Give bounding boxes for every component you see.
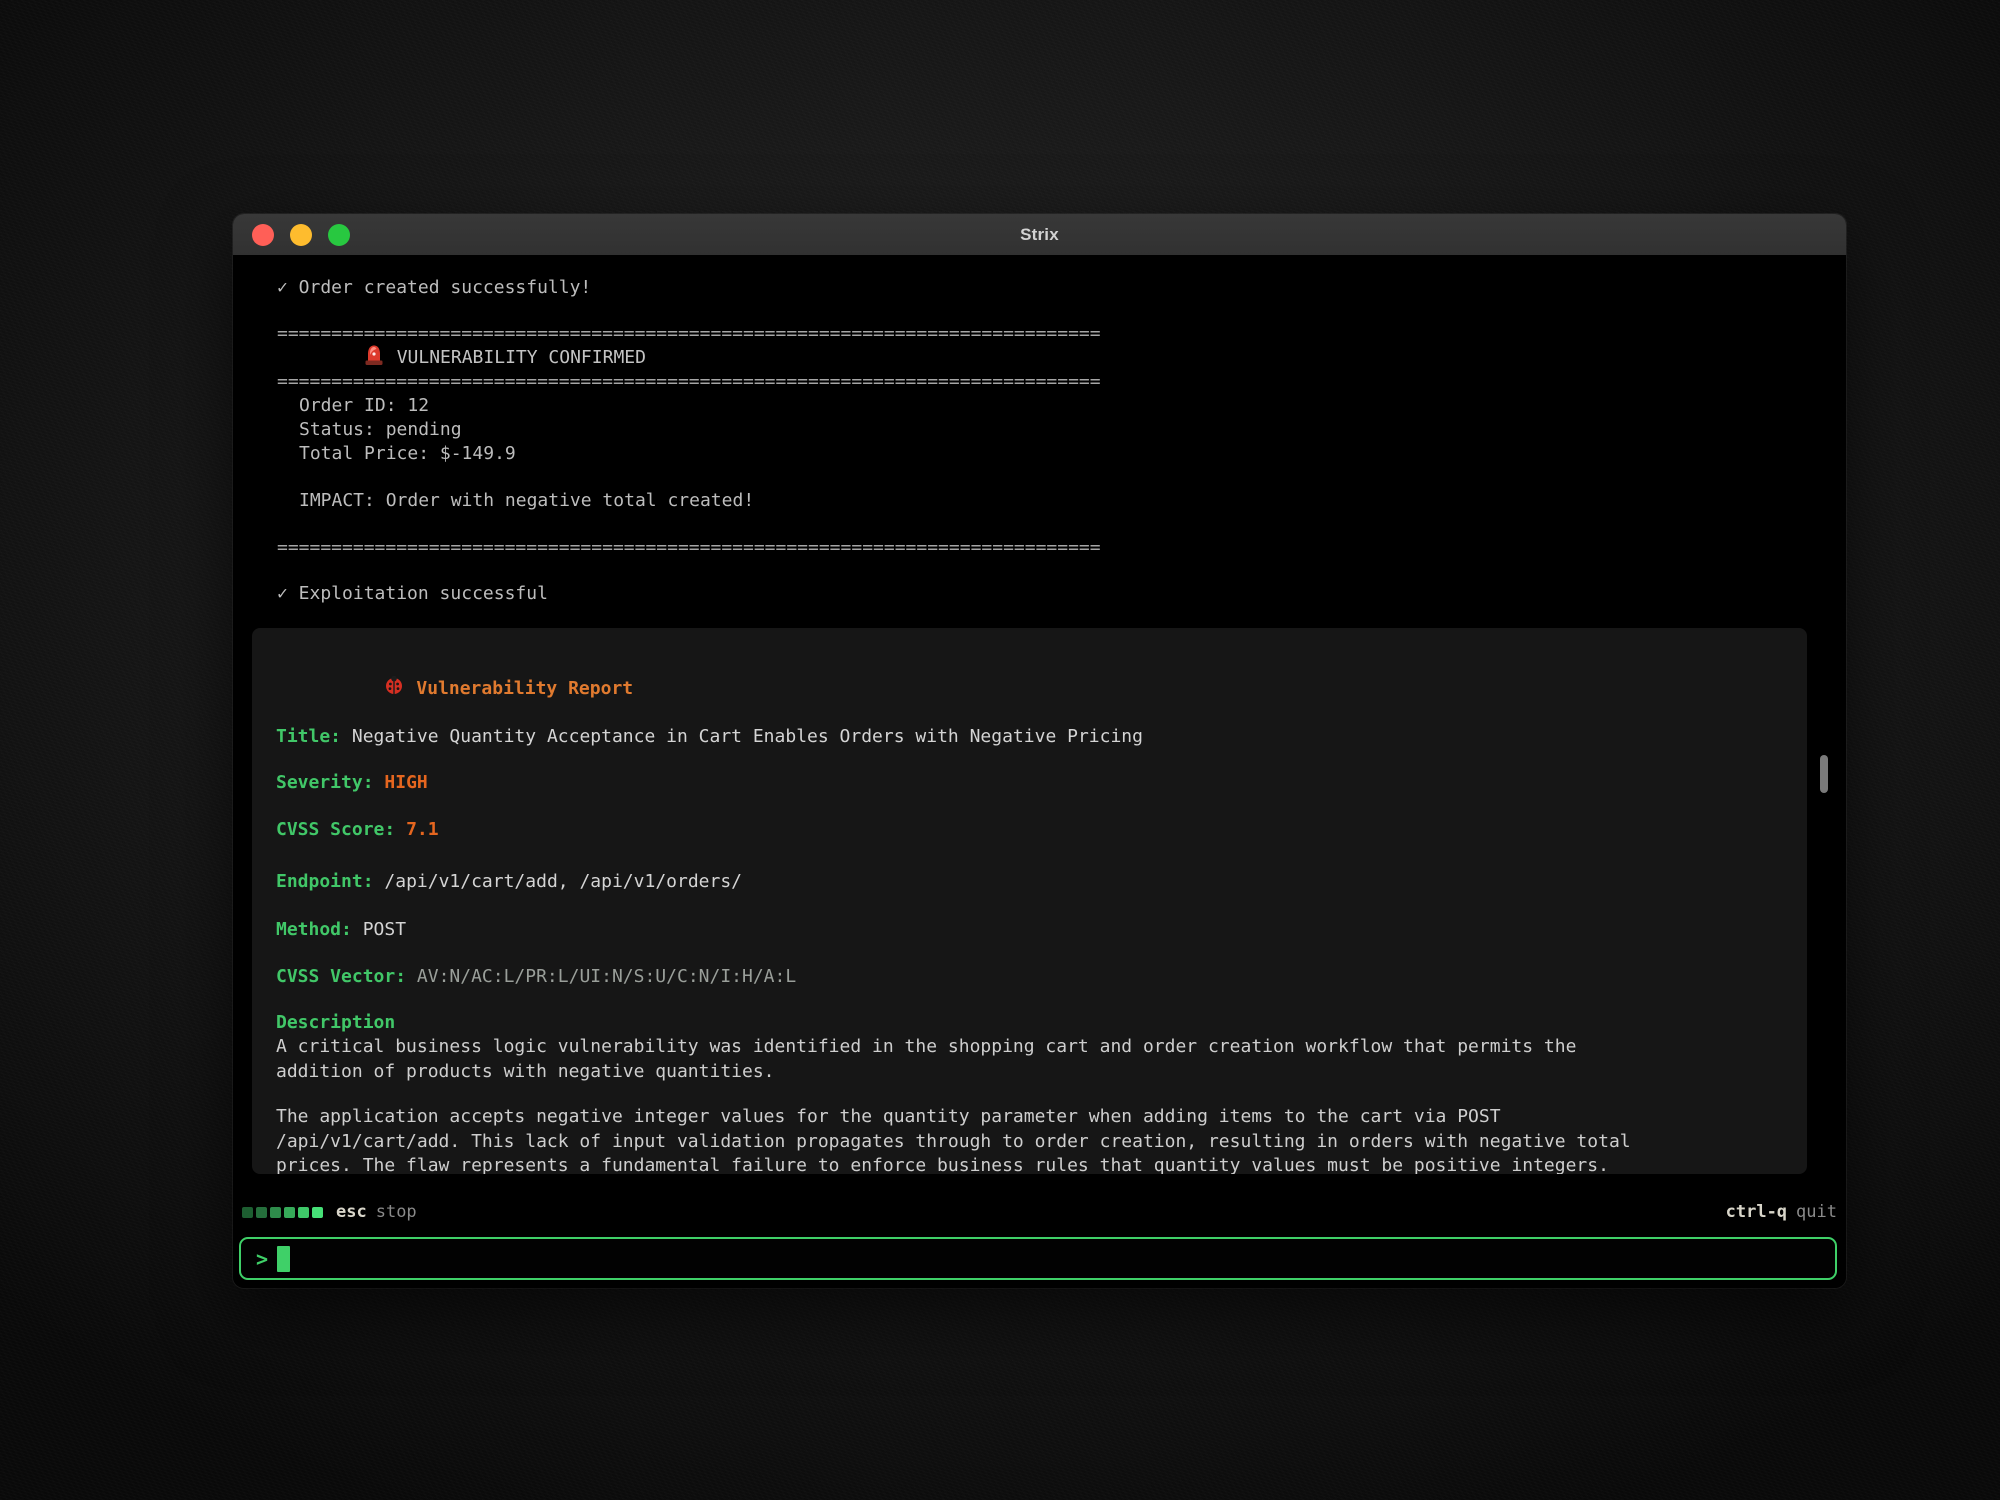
traffic-lights — [252, 214, 350, 255]
report-header: Vulnerability Report — [276, 676, 1783, 701]
terminal-window: Strix ✓ Order created successfully! ====… — [233, 214, 1846, 1288]
report-description-heading: Description — [276, 1010, 1783, 1035]
separator-line: ========================================… — [277, 370, 1846, 394]
quit-action-label: quit — [1796, 1202, 1837, 1222]
report-field-severity: Severity: HIGH — [276, 770, 1783, 795]
separator-line: ========================================… — [277, 536, 1846, 560]
close-button[interactable] — [252, 224, 274, 246]
report-description-paragraph: The application accepts negative integer… — [276, 1105, 1783, 1174]
report-field-endpoint: Endpoint: /api/v1/cart/add, /api/v1/orde… — [276, 869, 1783, 894]
window-titlebar[interactable]: Strix — [233, 214, 1846, 255]
separator-line: ========================================… — [277, 322, 1846, 346]
esc-key-hint: esc — [336, 1202, 367, 1222]
description-line: prices. The flaw represents a fundamenta… — [276, 1154, 1783, 1174]
log-order-success: ✓ Order created successfully! — [277, 276, 1846, 300]
log-impact: IMPACT: Order with negative total create… — [277, 489, 1846, 513]
vulnerability-report-panel: Vulnerability Report Title: Negative Qua… — [252, 628, 1807, 1174]
terminal-output: ✓ Order created successfully! ==========… — [233, 255, 1846, 1288]
command-input[interactable]: > — [239, 1237, 1837, 1280]
bug-icon — [276, 650, 404, 727]
report-field-method: Method: POST — [276, 917, 1783, 942]
vulnerability-confirmed-banner: VULNERABILITY CONFIRMED — [277, 346, 1846, 370]
description-line: A critical business logic vulnerability … — [276, 1035, 1783, 1060]
zoom-button[interactable] — [328, 224, 350, 246]
activity-dot — [312, 1207, 323, 1218]
activity-dot — [298, 1207, 309, 1218]
description-line: /api/v1/cart/add. This lack of input val… — [276, 1130, 1783, 1155]
log-status: Status: pending — [277, 418, 1846, 442]
window-title: Strix — [1020, 225, 1059, 245]
quit-key-hint: ctrl-q — [1726, 1202, 1787, 1222]
scrollbar-thumb[interactable] — [1820, 755, 1828, 793]
report-field-cvss-score: CVSS Score: 7.1 — [276, 817, 1783, 842]
banner-title: VULNERABILITY CONFIRMED — [397, 346, 646, 370]
activity-dot — [284, 1207, 295, 1218]
report-field-title: Title: Negative Quantity Acceptance in C… — [276, 724, 1783, 749]
activity-dots — [242, 1207, 323, 1218]
esc-action-label: stop — [376, 1202, 417, 1222]
activity-dot — [270, 1207, 281, 1218]
report-title-text: Vulnerability Report — [416, 676, 633, 701]
log-exploit-success: ✓ Exploitation successful — [277, 582, 1846, 606]
activity-dot — [242, 1207, 253, 1218]
log-order-id: Order ID: 12 — [277, 394, 1846, 418]
activity-dot — [256, 1207, 267, 1218]
report-description-paragraph: A critical business logic vulnerability … — [276, 1035, 1783, 1084]
status-bar: esc stop ctrl-q quit — [242, 1198, 1837, 1226]
report-field-cvss-vector: CVSS Vector: AV:N/AC:L/PR:L/UI:N/S:U/C:N… — [276, 964, 1783, 989]
minimize-button[interactable] — [290, 224, 312, 246]
description-line: addition of products with negative quant… — [276, 1060, 1783, 1085]
text-cursor — [277, 1246, 290, 1272]
prompt-chevron: > — [256, 1247, 268, 1271]
description-line: The application accepts negative integer… — [276, 1105, 1783, 1130]
log-total-price: Total Price: $-149.9 — [277, 442, 1846, 466]
